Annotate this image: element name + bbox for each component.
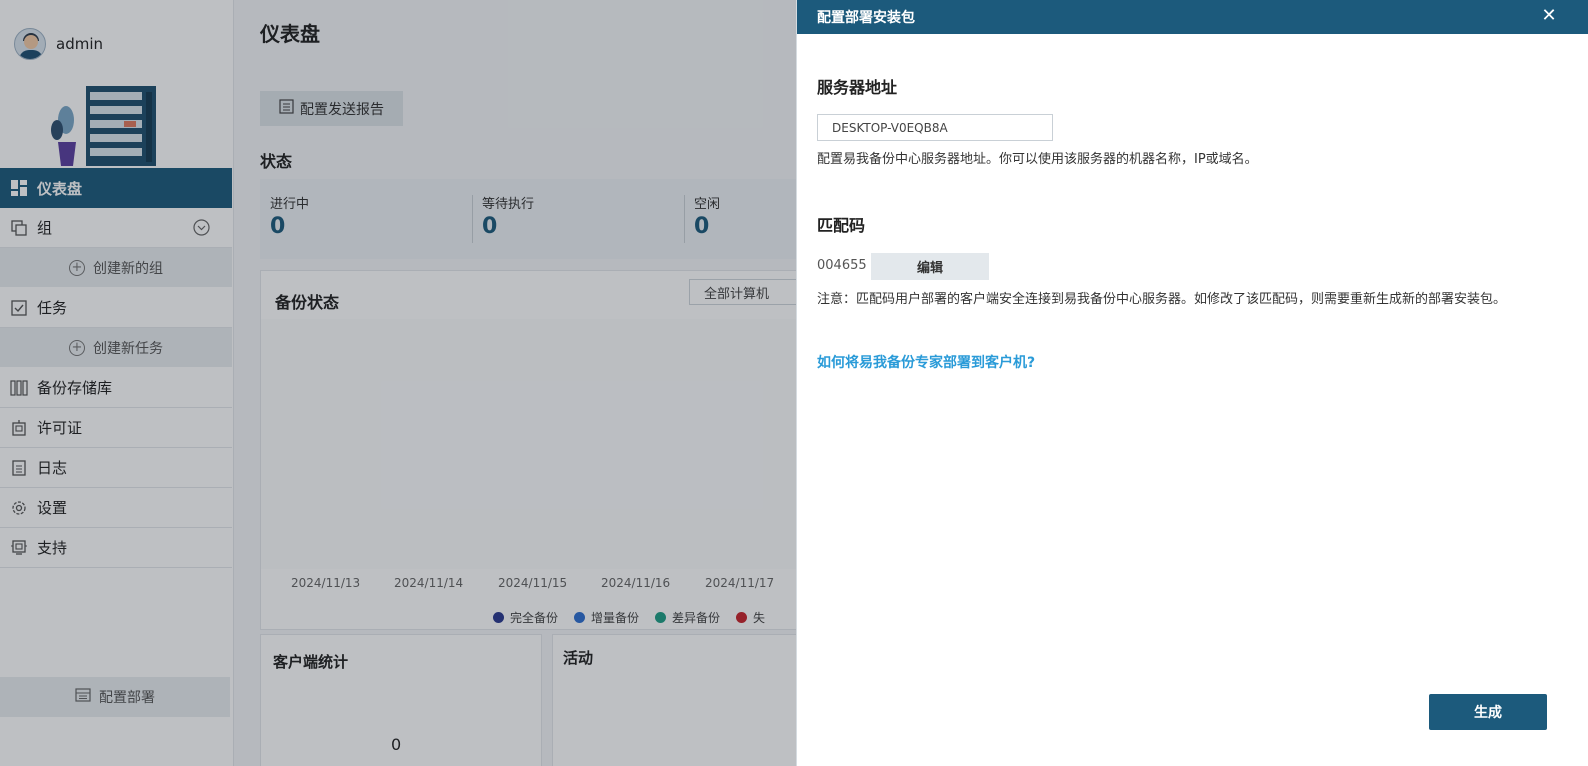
drawer-header: 配置部署安装包 ✕ — [797, 0, 1588, 34]
pairing-code-note: 注意：匹配码用户部署的客户端安全连接到易我备份中心服务器。如修改了该匹配码，则需… — [817, 292, 1507, 307]
pairing-code-heading: 匹配码 — [817, 216, 866, 235]
pairing-code-value: 004655 — [817, 258, 867, 273]
edit-code-button[interactable]: 编辑 — [871, 253, 989, 280]
close-icon[interactable]: ✕ — [1540, 7, 1558, 25]
server-address-description: 配置易我备份中心服务器地址。你可以使用该服务器的机器名称，IP或域名。 — [817, 152, 1258, 167]
deploy-help-link[interactable]: 如何将易我备份专家部署到客户机? — [817, 352, 1035, 372]
server-address-heading: 服务器地址 — [817, 78, 898, 97]
modal-backdrop[interactable] — [0, 0, 796, 766]
server-address-input[interactable] — [817, 114, 1053, 141]
drawer-title: 配置部署安装包 — [817, 10, 915, 26]
deploy-package-drawer: 配置部署安装包 ✕ 服务器地址 配置易我备份中心服务器地址。你可以使用该服务器的… — [796, 0, 1588, 766]
generate-button[interactable]: 生成 — [1429, 694, 1547, 730]
